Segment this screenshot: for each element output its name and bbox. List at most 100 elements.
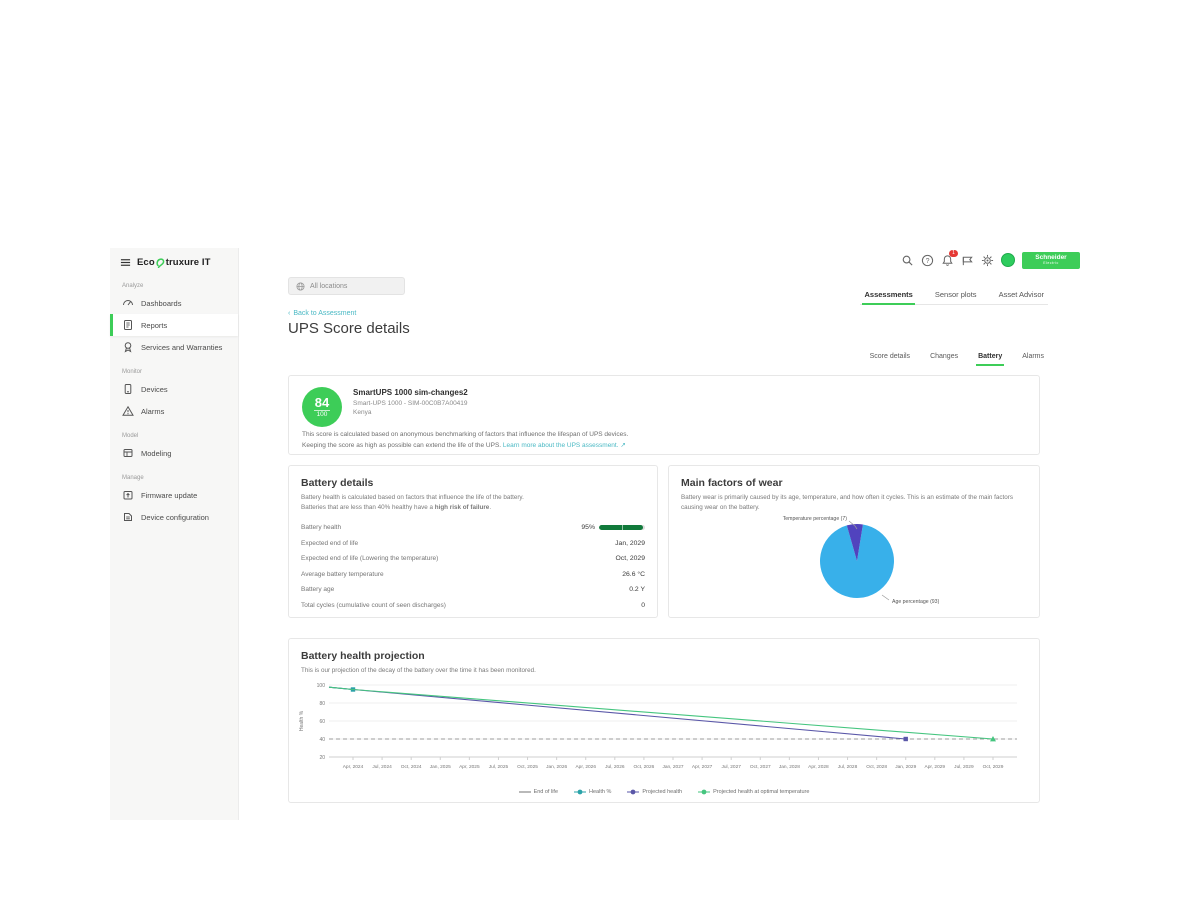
svg-text:Apr, 2025: Apr, 2025 [459,764,480,770]
globe-icon [296,282,305,291]
svg-text:Jul, 2029: Jul, 2029 [954,764,974,770]
legend-marker [627,789,639,795]
projection-line-chart: 20406080100Apr, 2024Jul, 2024Oct, 2024Ja… [295,677,1027,786]
location-filter-value: All locations [310,283,347,290]
svg-text:Jul, 2026: Jul, 2026 [605,764,625,770]
svg-text:80: 80 [319,701,325,707]
wear-pie-chart: Temperature percentage (7) Age percentage… [669,502,1039,625]
tab-asset-advisor[interactable]: Asset Advisor [997,287,1046,304]
chart-legend: End of life Health % Projected health Proje… [289,789,1039,795]
sidebar-section-label: Manage [110,464,238,484]
learn-more-link[interactable]: Learn more about the UPS assessment. ↗ [503,442,626,449]
wear-factors-card: Main factors of wear Battery wear is pri… [668,465,1040,618]
sidebar-section-label: Model [110,422,238,442]
row-label: Battery health [301,524,341,531]
brand-logo: Ecotruxure IT [137,257,211,268]
svg-text:Oct, 2027: Oct, 2027 [750,764,771,770]
svg-text:Apr, 2027: Apr, 2027 [692,764,713,770]
sidebar-item-label: Services and Warranties [141,343,222,352]
battery-detail-row: Battery age 0.2 Y [301,582,645,598]
svg-text:Jan, 2026: Jan, 2026 [546,764,567,770]
subtab-alarms[interactable]: Alarms [1020,350,1046,365]
battery-detail-row: Battery health95% [301,520,645,536]
row-value: Jan, 2029 [615,540,645,547]
svg-text:Oct, 2029: Oct, 2029 [983,764,1004,770]
menu-icon[interactable] [120,257,131,268]
svg-text:Apr, 2024: Apr, 2024 [343,764,364,770]
battery-detail-row: Expected end of life (Lowering the tempe… [301,551,645,567]
sidebar-item-label: Alarms [141,407,164,416]
wear-factors-title: Main factors of wear [681,477,1027,489]
legend-item-projected-health[interactable]: Projected health [627,789,682,795]
projection-title: Battery health projection [301,650,1027,662]
svg-text:20: 20 [319,755,325,761]
svg-text:Apr, 2029: Apr, 2029 [925,764,946,770]
firmware-update-icon [122,489,134,501]
battery-health-bar [599,525,645,530]
device-location: Kenya [353,409,468,416]
legend-label: End of life [534,789,558,795]
legend-label: Projected health at optimal temperature [713,789,809,795]
row-value: 0 [641,602,645,609]
subtab-battery[interactable]: Battery [976,350,1004,365]
sidebar: Ecotruxure IT AnalyzeDashboardsReports Se… [110,248,239,820]
legend-item-projected-health-at-optimal-temperature[interactable]: Projected health at optimal temperature [698,789,809,795]
sidebar-item-devices[interactable]: Devices [110,378,238,400]
svg-text:Oct, 2025: Oct, 2025 [517,764,538,770]
legend-item-health-[interactable]: Health % [574,789,611,795]
battery-detail-row: Total cycles (cumulative count of seen d… [301,598,645,614]
page-title: UPS Score details [288,320,410,337]
row-label: Average battery temperature [301,571,384,578]
legend-item-end-of-life[interactable]: End of life [519,789,558,795]
legend-label: Health % [589,789,611,795]
legend-label: Projected health [642,789,682,795]
sidebar-item-label: Modeling [141,449,171,458]
sidebar-section-label: Monitor [110,358,238,378]
tab-assessments[interactable]: Assessments [862,287,914,304]
device-configuration-icon [122,511,134,523]
ecostruxure-symbol-icon [156,257,165,268]
sidebar-item-services-and-warranties[interactable]: Services and Warranties [110,336,238,358]
battery-detail-row: Expected end of life Jan, 2029 [301,536,645,552]
sidebar-section-label: Analyze [110,272,238,292]
sidebar-item-label: Devices [141,385,168,394]
sidebar-item-firmware-update[interactable]: Firmware update [110,484,238,506]
row-value: 0.2 Y [629,586,645,593]
svg-text:Health %: Health % [299,710,305,731]
svg-text:Jul, 2025: Jul, 2025 [489,764,509,770]
svg-text:Age percentage (93): Age percentage (93) [892,599,940,605]
device-model: Smart-UPS 1000 - SIM-00C0B7A00419 [353,400,468,407]
sidebar-nav: AnalyzeDashboardsReports Services and War… [110,272,238,528]
services-warranties-icon [122,341,134,353]
dashboards-icon [122,297,134,309]
tab-sensor-plots[interactable]: Sensor plots [933,287,979,304]
battery-details-title: Battery details [301,477,645,489]
sidebar-item-alarms[interactable]: Alarms [110,400,238,422]
row-label: Battery age [301,586,334,593]
battery-details-rows: Battery health95% Expected end of life Jan… [301,520,645,613]
svg-text:Jul, 2024: Jul, 2024 [372,764,392,770]
alarms-icon [122,405,134,417]
subtab-score-details[interactable]: Score details [868,350,912,365]
row-label: Expected end of life [301,540,358,547]
location-filter-input[interactable]: All locations [288,277,405,295]
row-label: Total cycles (cumulative count of seen d… [301,602,446,609]
sidebar-item-reports[interactable]: Reports [110,314,238,336]
svg-text:Jan, 2025: Jan, 2025 [430,764,451,770]
sidebar-item-device-configuration[interactable]: Device configuration [110,506,238,528]
main-content: All locations AssessmentsSensor plotsAss… [288,248,1040,820]
page-tabs: Assessments Sensor plots Asset Advisor [860,287,1048,305]
svg-text:Apr, 2026: Apr, 2026 [575,764,596,770]
svg-text:Temperature percentage (7): Temperature percentage (7) [783,516,848,522]
back-link[interactable]: ‹ Back to Assessment [288,310,356,317]
sidebar-item-dashboards[interactable]: Dashboards [110,292,238,314]
svg-text:Jul, 2027: Jul, 2027 [721,764,741,770]
subtab-changes[interactable]: Changes [928,350,960,365]
row-label: Expected end of life (Lowering the tempe… [301,555,438,562]
sidebar-item-label: Device configuration [141,513,209,522]
sidebar-item-modeling[interactable]: Modeling [110,442,238,464]
projection-description: This is our projection of the decay of t… [301,666,1027,676]
app-window: Ecotruxure IT AnalyzeDashboardsReports Se… [110,248,1080,820]
external-link-icon: ↗ [620,442,625,449]
svg-text:Jul, 2028: Jul, 2028 [838,764,858,770]
